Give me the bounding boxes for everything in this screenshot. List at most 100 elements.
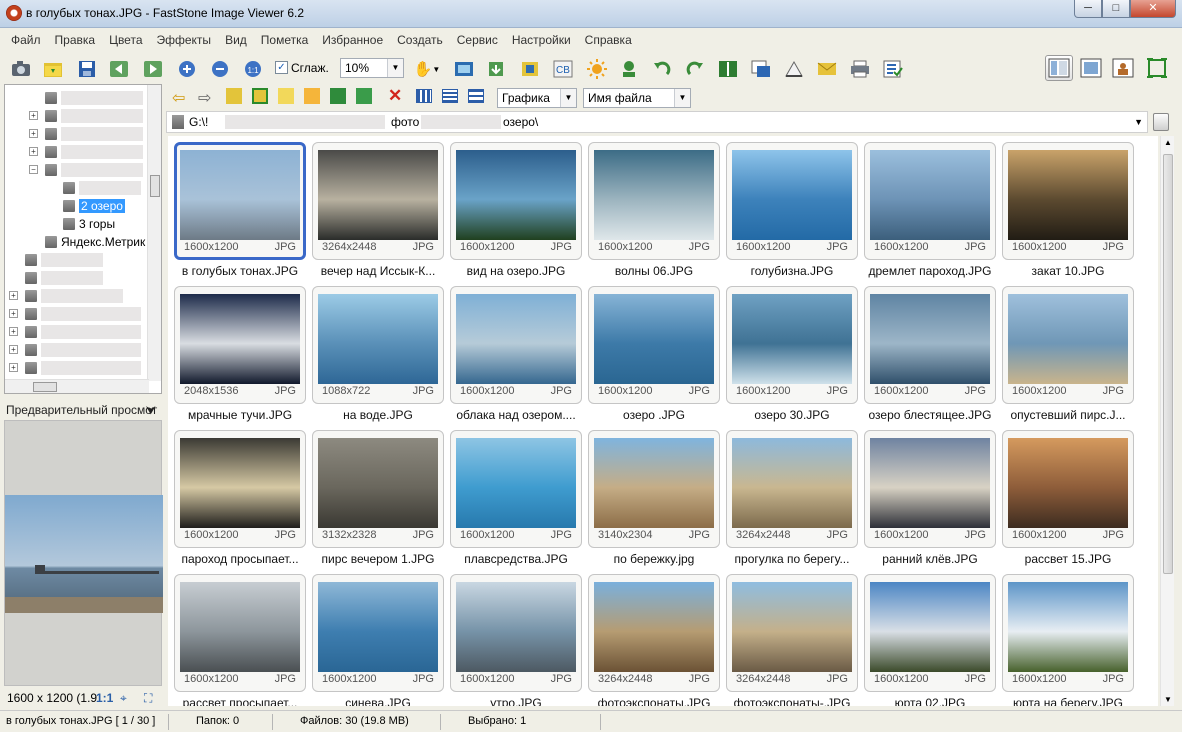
thumbnails-scrollbar[interactable]: ▲ ▼ xyxy=(1160,136,1174,706)
fullscreen-small-icon[interactable]: ⛶ xyxy=(144,688,152,708)
tree-folder-metrika[interactable]: Яндекс.Метрик xyxy=(45,233,145,251)
menu-effects[interactable]: Эффекты xyxy=(150,33,219,47)
thumbnail-item[interactable]: 1600x1200 JPG голубизна.JPG xyxy=(726,142,858,282)
details-view-icon[interactable] xyxy=(468,89,484,103)
expand-icon[interactable]: + xyxy=(9,345,18,354)
resize-icon[interactable] xyxy=(750,58,772,80)
crop-icon[interactable] xyxy=(519,58,541,80)
thumbnail-item[interactable]: 1600x1200 JPG юрта 02.JPG xyxy=(864,574,996,706)
brightness-icon[interactable] xyxy=(586,58,608,80)
folder-tree[interactable]: + + + − 2 озеро 3 горы Яндекс.Метрик + +… xyxy=(4,84,162,394)
tree-folder[interactable] xyxy=(45,89,143,107)
rotate-left-icon[interactable] xyxy=(651,58,673,80)
thumbnail-item[interactable]: 1600x1200 JPG озеро .JPG xyxy=(588,286,720,426)
expand-icon[interactable]: + xyxy=(29,147,38,156)
menu-tools[interactable]: Сервис xyxy=(450,33,505,47)
menu-edit[interactable]: Правка xyxy=(48,33,103,47)
thumbnail-item[interactable]: 1600x1200 JPG закат 10.JPG xyxy=(1002,142,1134,282)
move-icon[interactable] xyxy=(356,88,372,104)
back-icon[interactable]: ⇦ xyxy=(172,88,185,108)
list-view-icon[interactable] xyxy=(442,89,458,103)
tree-horizontal-scrollbar[interactable] xyxy=(5,379,149,393)
thumbnail-item[interactable]: 3264x2448 JPG вечер над Иссык-К... xyxy=(312,142,444,282)
new-folder-icon[interactable] xyxy=(304,88,320,104)
actual-size-button[interactable]: 1:1 xyxy=(96,688,113,708)
layout-single-button[interactable] xyxy=(1109,55,1137,81)
zoom-in-icon[interactable] xyxy=(176,58,198,80)
zoom-combo[interactable]: 10% ▼ xyxy=(340,58,404,78)
fullscreen-icon[interactable] xyxy=(1143,55,1171,81)
close-button[interactable]: ✕ xyxy=(1130,0,1176,18)
actual-size-icon[interactable]: 1:1 xyxy=(242,58,264,80)
thumbnail-item[interactable]: 1600x1200 JPG озеро блестящее.JPG xyxy=(864,286,996,426)
thumbnail-item[interactable]: 1600x1200 JPG юрта на берегу.JPG xyxy=(1002,574,1134,706)
zoom-out-icon[interactable] xyxy=(209,58,231,80)
thumbnail-item[interactable]: 1600x1200 JPG дремлет пароход.JPG xyxy=(864,142,996,282)
tree-folder[interactable] xyxy=(45,161,143,179)
thumbnail-item[interactable]: 1600x1200 JPG синева.JPG xyxy=(312,574,444,706)
expand-icon[interactable]: + xyxy=(29,129,38,138)
tree-folder[interactable] xyxy=(25,341,141,359)
slideshow-icon[interactable] xyxy=(453,58,475,80)
collapse-icon[interactable]: − xyxy=(29,165,38,174)
menu-view[interactable]: Вид xyxy=(218,33,254,47)
chevron-down-icon[interactable]: ▼ xyxy=(674,89,690,107)
menu-help[interactable]: Справка xyxy=(578,33,639,47)
draw-icon[interactable] xyxy=(783,58,805,80)
thumbnail-item[interactable]: 1600x1200 JPG рассвет 15.JPG xyxy=(1002,430,1134,570)
menu-colors[interactable]: Цвета xyxy=(102,33,149,47)
save-icon[interactable] xyxy=(76,58,98,80)
menu-favorites[interactable]: Избранное xyxy=(315,33,390,47)
fit-icon[interactable]: ⌖ xyxy=(120,688,127,708)
tree-folder[interactable] xyxy=(45,107,143,125)
thumbnail-item[interactable]: 1600x1200 JPG ранний клёв.JPG xyxy=(864,430,996,570)
tree-folder[interactable] xyxy=(25,287,123,305)
thumbnail-item[interactable]: 1600x1200 JPG озеро 30.JPG xyxy=(726,286,858,426)
layout-browser-button[interactable] xyxy=(1045,55,1073,81)
thumbnail-item[interactable]: 3264x2448 JPG фотоэкспонаты.JPG xyxy=(588,574,720,706)
menu-settings[interactable]: Настройки xyxy=(505,33,578,47)
chevron-down-icon[interactable]: ▼ xyxy=(1134,112,1143,132)
color-adjust-icon[interactable]: CB xyxy=(552,58,574,80)
thumbnail-item[interactable]: 3264x2448 JPG прогулка по берегу... xyxy=(726,430,858,570)
flip-icon[interactable] xyxy=(717,58,739,80)
menu-create[interactable]: Создать xyxy=(390,33,450,47)
chevron-down-icon[interactable]: ▼ xyxy=(387,59,403,77)
scroll-up-icon[interactable]: ▲ xyxy=(1164,138,1172,147)
tree-folder[interactable] xyxy=(25,269,103,287)
tree-folder[interactable] xyxy=(45,125,143,143)
tree-folder[interactable] xyxy=(45,143,143,161)
folder-up-icon[interactable] xyxy=(226,88,242,104)
rotate-right-icon[interactable] xyxy=(684,58,706,80)
path-bar[interactable]: G:\! фото озеро\ ▼ xyxy=(166,111,1148,133)
tree-vertical-scrollbar[interactable] xyxy=(147,85,161,381)
filter-combo[interactable]: Графика ▼ xyxy=(497,88,577,108)
thumbnail-item[interactable]: 1600x1200 JPG пароход просыпает... xyxy=(174,430,306,570)
thumbnail-item[interactable]: 1600x1200 JPG утро.JPG xyxy=(450,574,582,706)
camera-icon[interactable] xyxy=(10,58,32,80)
tree-folder[interactable] xyxy=(25,359,141,377)
thumbnail-item[interactable]: 1600x1200 JPG рассвет просыпает... xyxy=(174,574,306,706)
layout-preview-button[interactable] xyxy=(1077,55,1105,81)
thumbnail-item[interactable]: 1088x722 JPG на воде.JPG xyxy=(312,286,444,426)
refresh-folder-icon[interactable] xyxy=(252,88,268,104)
thumbnail-item[interactable]: 1600x1200 JPG в голубых тонах.JPG xyxy=(174,142,306,282)
tree-folder-lake[interactable]: 2 озеро xyxy=(63,197,125,215)
print-icon[interactable] xyxy=(849,58,871,80)
expand-icon[interactable]: + xyxy=(9,309,18,318)
chevron-down-icon[interactable]: ▼ xyxy=(560,89,576,107)
tree-folder[interactable] xyxy=(25,305,141,323)
maximize-button[interactable]: □ xyxy=(1102,0,1130,18)
tree-folder[interactable] xyxy=(25,323,141,341)
prev-image-icon[interactable] xyxy=(108,58,130,80)
forward-icon[interactable]: ⇨ xyxy=(198,88,211,108)
scroll-down-icon[interactable]: ▼ xyxy=(1164,695,1172,704)
thumbnail-item[interactable]: 1600x1200 JPG опустевший пирс.J... xyxy=(1002,286,1134,426)
title-bar[interactable]: в голубых тонах.JPG - FastStone Image Vi… xyxy=(0,0,1182,28)
open-folder-icon[interactable] xyxy=(42,58,64,80)
trash-icon[interactable] xyxy=(1153,113,1169,131)
favorites-icon[interactable] xyxy=(278,88,294,104)
tree-folder[interactable] xyxy=(25,251,103,269)
thumbnail-item[interactable]: 3140x2304 JPG по бережку.jpg xyxy=(588,430,720,570)
copy-icon[interactable] xyxy=(330,88,346,104)
